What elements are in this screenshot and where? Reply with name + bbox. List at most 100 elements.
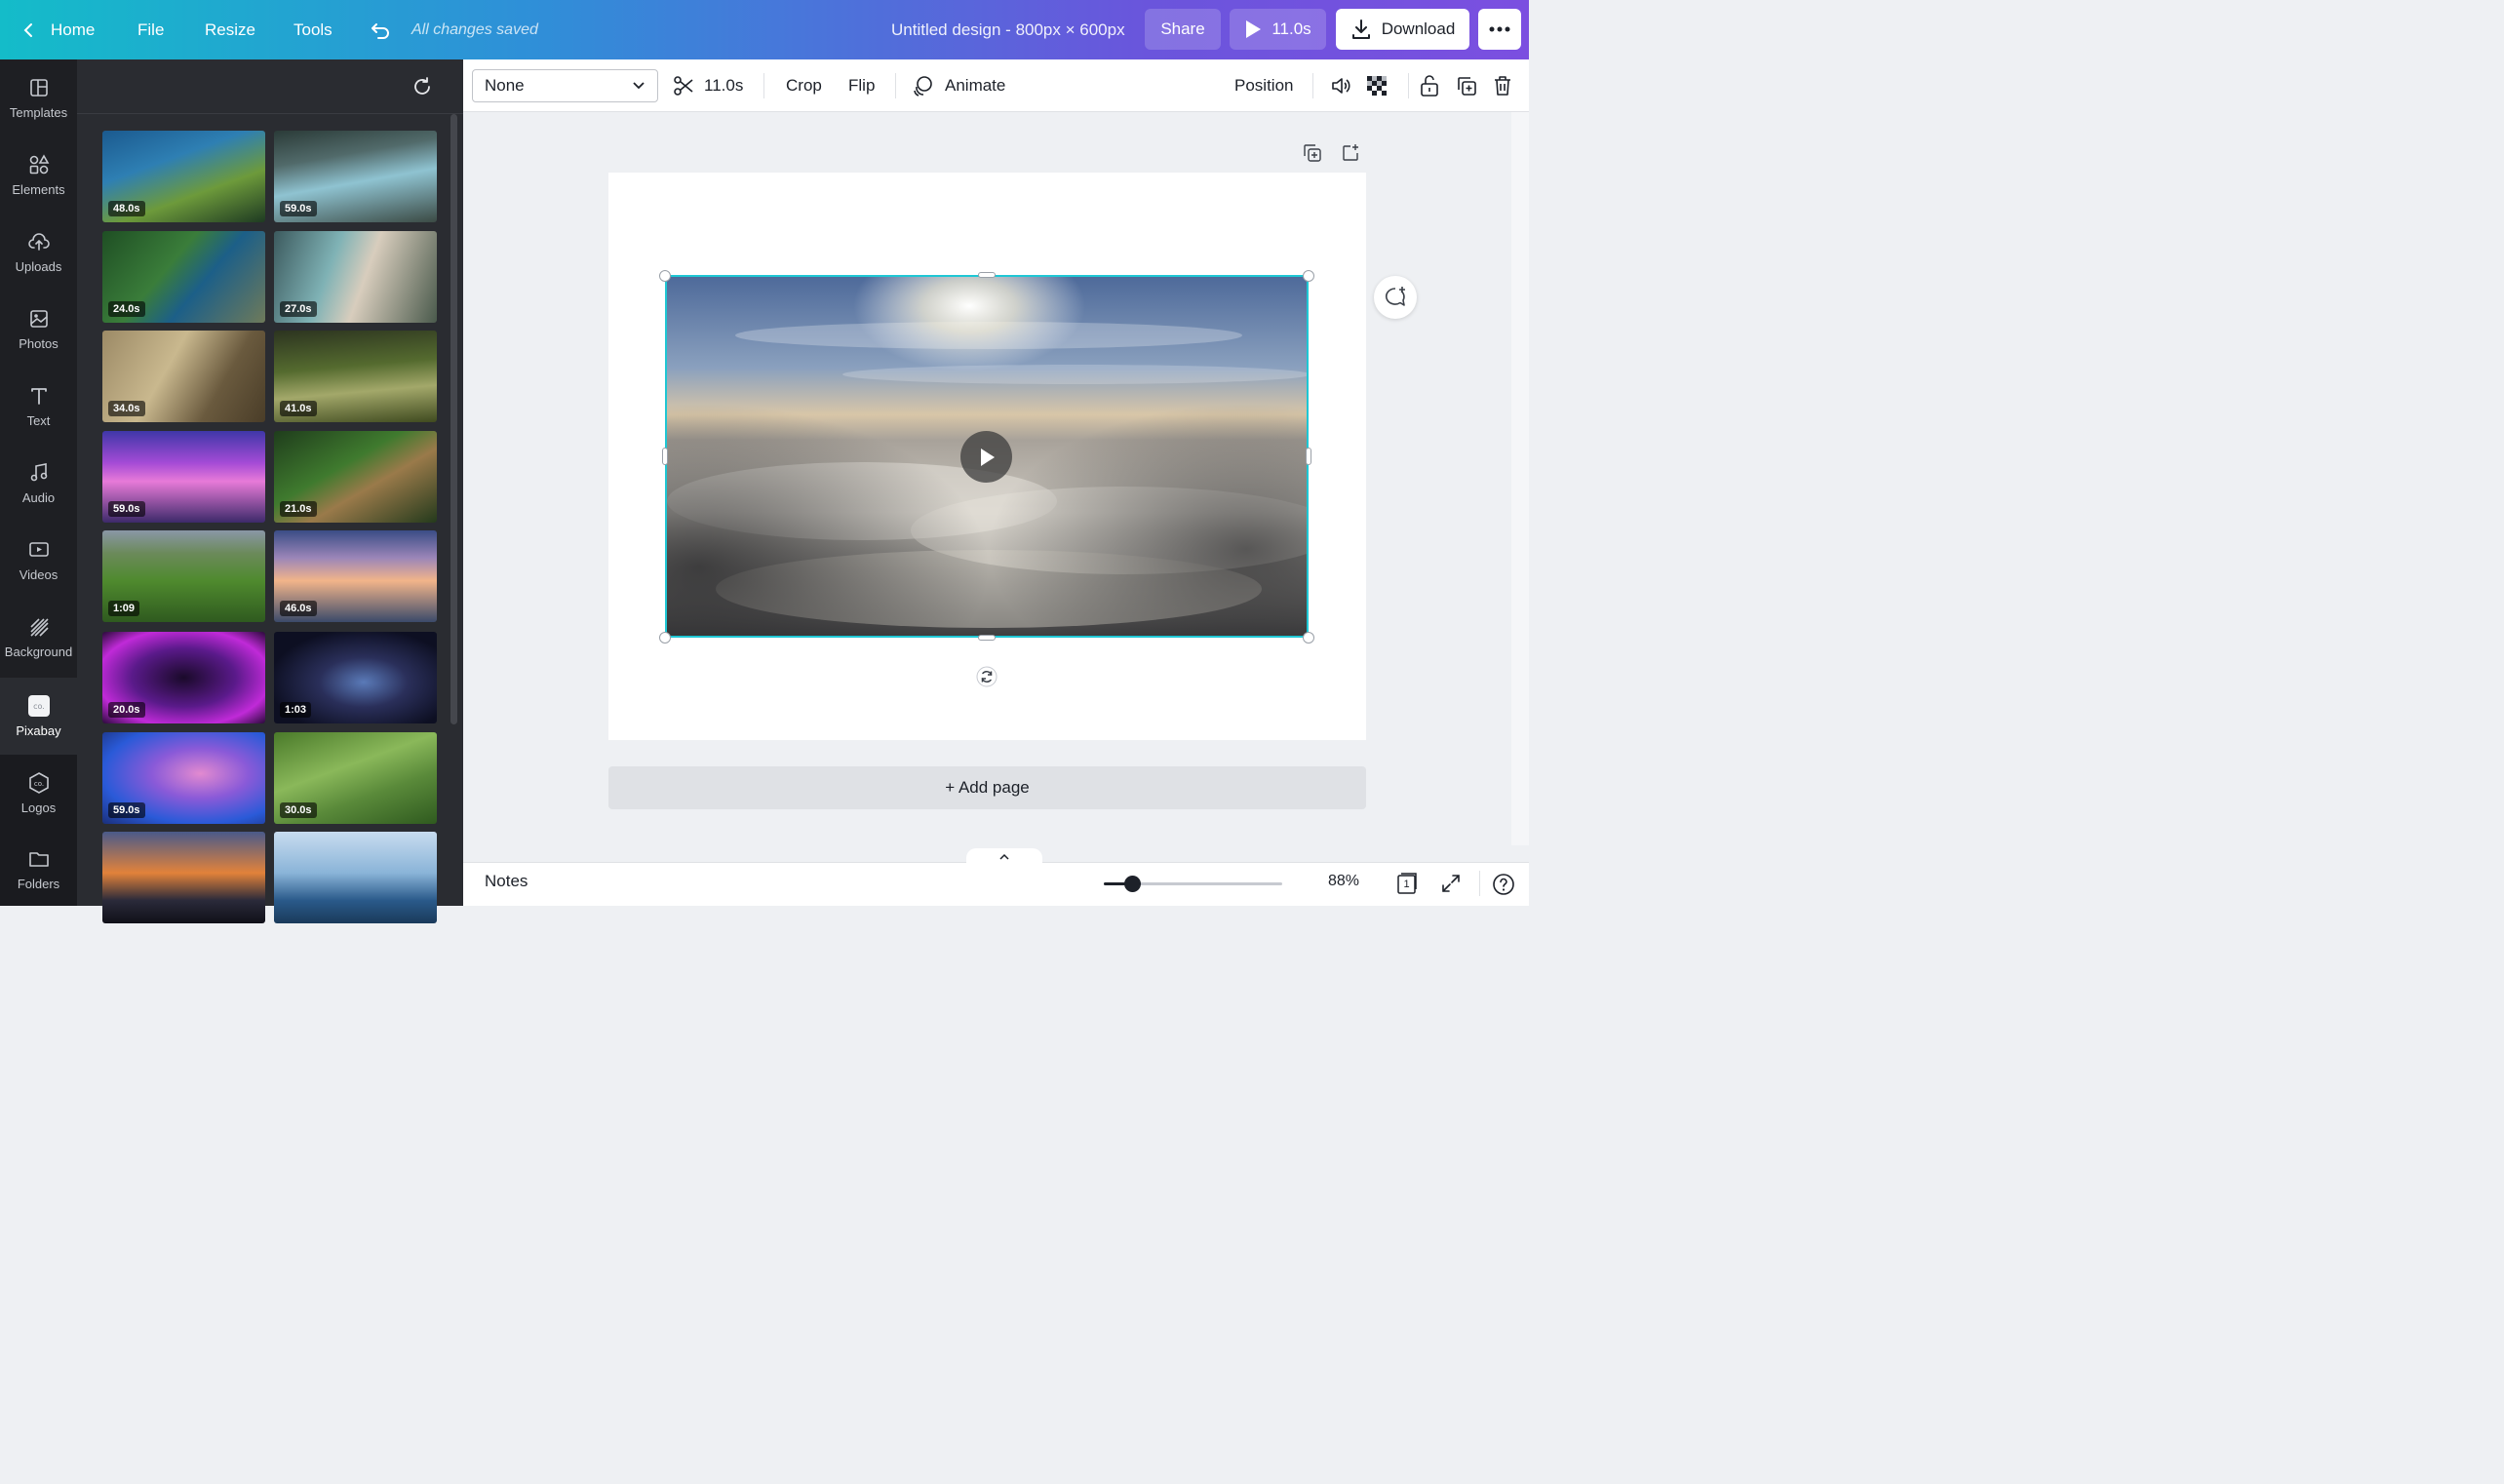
rail-item-logos[interactable]: co. Logos bbox=[0, 755, 77, 832]
lock-icon[interactable] bbox=[1419, 59, 1440, 112]
bottom-divider bbox=[1479, 871, 1480, 896]
tools-menu[interactable]: Tools bbox=[293, 0, 333, 59]
animate-button[interactable]: Animate bbox=[912, 59, 1005, 112]
duplicate-icon[interactable] bbox=[1456, 59, 1477, 112]
rail-item-uploads[interactable]: Uploads bbox=[0, 214, 77, 291]
duplicate-page-icon[interactable] bbox=[1303, 143, 1322, 163]
toolbar-divider bbox=[763, 73, 764, 98]
top-bar: Home File Resize Tools All changes saved… bbox=[0, 0, 1529, 59]
add-comment-button[interactable] bbox=[1374, 276, 1417, 319]
rotate-icon[interactable] bbox=[976, 666, 998, 687]
canvas-scrollbar[interactable] bbox=[1511, 112, 1529, 845]
video-thumbnail[interactable]: 1:09 bbox=[102, 530, 265, 622]
rail-item-photos[interactable]: Photos bbox=[0, 291, 77, 368]
resize-handle-top-left[interactable] bbox=[659, 270, 671, 282]
refresh-icon[interactable] bbox=[411, 75, 434, 98]
video-thumbnail[interactable]: 46.0s bbox=[274, 530, 437, 622]
add-page-button[interactable]: + Add page bbox=[608, 766, 1366, 809]
video-thumbnail[interactable]: 34.0s bbox=[102, 331, 265, 422]
bottom-bar bbox=[463, 862, 1529, 906]
video-duration: 1:09 bbox=[108, 601, 140, 616]
rail-label: Elements bbox=[12, 182, 65, 197]
share-button[interactable]: Share bbox=[1145, 9, 1221, 50]
rail-item-folders[interactable]: Folders bbox=[0, 831, 77, 908]
rail-label: Background bbox=[4, 644, 73, 659]
crop-button[interactable]: Crop bbox=[786, 59, 822, 112]
video-thumbnail[interactable] bbox=[102, 832, 265, 923]
audio-icon bbox=[30, 463, 47, 482]
video-thumbnail[interactable]: 1:03 bbox=[274, 632, 437, 723]
rail-item-text[interactable]: Text bbox=[0, 368, 77, 445]
add-page-icon[interactable] bbox=[1341, 143, 1360, 163]
resize-handle-right[interactable] bbox=[1306, 448, 1311, 465]
design-title[interactable]: Untitled design - 800px × 600px bbox=[891, 0, 1125, 59]
trim-button[interactable]: 11.0s bbox=[673, 59, 743, 112]
rail-label: Videos bbox=[19, 567, 59, 582]
videos-icon bbox=[28, 542, 49, 557]
resize-handle-bottom-right[interactable] bbox=[1303, 632, 1314, 644]
download-icon bbox=[1351, 20, 1370, 39]
video-thumbnail[interactable]: 21.0s bbox=[274, 431, 437, 523]
more-options-button[interactable] bbox=[1478, 9, 1521, 50]
download-button[interactable]: Download bbox=[1336, 9, 1469, 50]
video-thumbnail[interactable]: 24.0s bbox=[102, 231, 265, 323]
video-thumbnail[interactable]: 30.0s bbox=[274, 732, 437, 824]
file-menu[interactable]: File bbox=[137, 0, 164, 59]
resize-menu[interactable]: Resize bbox=[205, 0, 255, 59]
photos-icon bbox=[29, 310, 48, 328]
fullscreen-icon[interactable] bbox=[1440, 873, 1462, 894]
transparency-icon[interactable] bbox=[1365, 59, 1389, 112]
position-button[interactable]: Position bbox=[1234, 59, 1293, 112]
rail-item-pixabay[interactable]: co. Pixabay bbox=[0, 678, 77, 755]
flip-button[interactable]: Flip bbox=[848, 59, 875, 112]
trash-icon[interactable] bbox=[1493, 59, 1512, 112]
rail-label: Text bbox=[26, 413, 51, 428]
resize-handle-bottom[interactable] bbox=[978, 635, 996, 641]
video-thumbnail[interactable]: 20.0s bbox=[102, 632, 265, 723]
expand-pages-tab[interactable] bbox=[966, 848, 1042, 864]
svg-text:co.: co. bbox=[33, 702, 45, 711]
back-chevron-icon[interactable] bbox=[20, 0, 37, 59]
page-count-button[interactable]: 1 bbox=[1395, 872, 1419, 895]
rail-item-background[interactable]: Background bbox=[0, 599, 77, 676]
video-duration: 20.0s bbox=[108, 702, 145, 718]
video-thumbnail[interactable]: 48.0s bbox=[102, 131, 265, 222]
video-thumbnail[interactable] bbox=[274, 832, 437, 923]
video-duration: 1:03 bbox=[280, 702, 312, 718]
video-thumbnail[interactable]: 59.0s bbox=[102, 732, 265, 824]
play-icon bbox=[980, 448, 995, 466]
video-thumbnail[interactable]: 27.0s bbox=[274, 231, 437, 323]
filter-select[interactable]: None bbox=[472, 69, 658, 102]
rail-item-videos[interactable]: Videos bbox=[0, 522, 77, 599]
content-panel: 48.0s 59.0s 24.0s 27.0s 34.0s 41.0s 59.0… bbox=[77, 59, 463, 923]
volume-icon[interactable] bbox=[1330, 59, 1351, 112]
video-duration: 48.0s bbox=[108, 201, 145, 216]
video-thumbnail[interactable]: 59.0s bbox=[274, 131, 437, 222]
notes-button[interactable]: Notes bbox=[485, 872, 528, 891]
video-duration: 34.0s bbox=[108, 401, 145, 416]
play-preview-button[interactable]: 11.0s bbox=[1230, 9, 1326, 50]
resize-handle-top-right[interactable] bbox=[1303, 270, 1314, 282]
help-icon[interactable] bbox=[1492, 873, 1515, 896]
chevron-down-icon bbox=[633, 82, 645, 90]
panel-scrollbar[interactable] bbox=[450, 114, 457, 724]
home-link[interactable]: Home bbox=[51, 0, 95, 59]
zoom-level[interactable]: 88% bbox=[1328, 873, 1359, 890]
animate-label: Animate bbox=[945, 76, 1006, 95]
resize-handle-bottom-left[interactable] bbox=[659, 632, 671, 644]
video-thumbnail[interactable]: 41.0s bbox=[274, 331, 437, 422]
resize-handle-left[interactable] bbox=[662, 448, 668, 465]
animate-icon bbox=[914, 76, 932, 97]
rail-item-elements[interactable]: Elements bbox=[0, 137, 77, 214]
video-play-button[interactable] bbox=[960, 431, 1012, 483]
video-duration: 27.0s bbox=[280, 301, 317, 317]
rail-item-audio[interactable]: Audio bbox=[0, 445, 77, 522]
rail-label: Templates bbox=[9, 105, 68, 120]
rail-item-templates[interactable]: Templates bbox=[0, 59, 77, 137]
undo-icon[interactable] bbox=[369, 0, 392, 59]
page-count: 1 bbox=[1403, 879, 1410, 890]
resize-handle-top[interactable] bbox=[978, 272, 996, 278]
chevron-up-icon bbox=[999, 853, 1009, 860]
editor-toolbar: None 11.0s Crop Flip Animate Position bbox=[463, 59, 1529, 112]
video-thumbnail[interactable]: 59.0s bbox=[102, 431, 265, 523]
